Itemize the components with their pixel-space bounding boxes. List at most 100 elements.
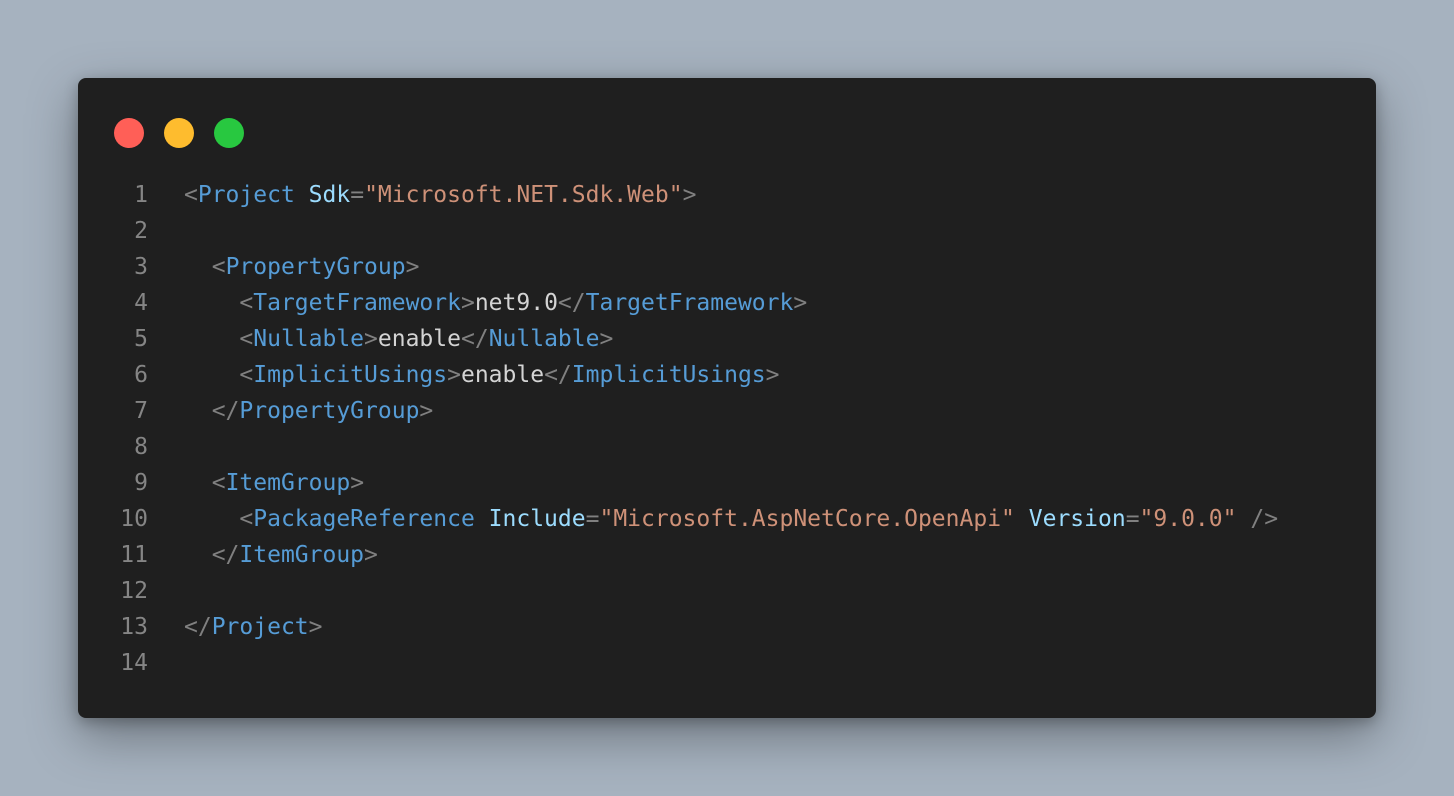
code-token: "Microsoft.NET.Sdk.Web" [364,182,683,208]
code-line: 11 </ItemGroup> [78,537,1376,573]
code-token: PropertyGroup [225,254,406,280]
code-token: </ [460,326,489,352]
code-token: < [239,290,254,316]
code-line: 13 </Project> [78,609,1376,645]
code-token: Version [1028,506,1126,532]
code-line: 6 <ImplicitUsings>enable</ImplicitUsings… [78,357,1376,393]
code-line: 10 <PackageReference Include="Microsoft.… [78,501,1376,537]
code-token: PropertyGroup [239,398,420,424]
line-number: 6 [134,362,148,388]
code-token: Sdk [308,182,351,208]
code-token: /> [1250,506,1279,532]
code-token: </ [544,362,572,388]
line-number: 10 [120,506,148,532]
code-token: > [364,326,378,352]
code-token: TargetFramework [253,290,461,316]
code-token: ImplicitUsings [253,362,448,388]
line-number: 11 [120,542,148,568]
code-line-content: </Project> [184,609,323,645]
code-line: 5 <Nullable>enable</Nullable> [78,321,1376,357]
code-line-content: </PropertyGroup> [184,393,434,429]
zoom-button[interactable] [214,118,244,148]
code-token: ItemGroup [239,542,365,568]
line-number: 7 [134,398,148,424]
code-line-content: <Nullable>enable</Nullable> [184,321,613,357]
code-line-content: <Project Sdk="Microsoft.NET.Sdk.Web"> [184,177,696,213]
code-line-content: <ImplicitUsings>enable</ImplicitUsings> [184,357,780,393]
code-line: 14 [78,645,1376,681]
code-line: 8 [78,429,1376,465]
code-token: </ [184,614,212,640]
code-token: > [350,470,365,496]
code-token: > [405,254,420,280]
code-token: Nullable [253,326,365,352]
code-token: > [364,542,378,568]
code-token: enable [377,326,461,352]
code-token: Project [197,182,295,208]
line-number: 4 [134,290,148,316]
line-number: 3 [134,254,148,280]
code-token: "Microsoft.AspNetCore.OpenApi" [599,506,1015,532]
code-token: < [239,506,254,532]
code-token: enable [460,362,545,388]
line-number: 1 [134,182,148,208]
code-line-content: <ItemGroup> [184,465,364,501]
code-token: Include [488,506,586,532]
code-token: = [350,182,365,208]
code-token: > [447,362,461,388]
code-token: < [211,254,226,280]
code-token: > [793,290,808,316]
code-token: > [765,362,780,388]
code-token: </ [211,398,240,424]
code-token: < [184,182,198,208]
code-token: < [239,326,254,352]
code-token: Nullable [488,326,600,352]
code-line: 2 [78,213,1376,249]
code-token: </ [557,290,586,316]
code-token: = [585,506,600,532]
code-token: > [682,182,697,208]
line-number: 2 [134,218,148,244]
code-token: ItemGroup [225,470,351,496]
code-token: = [1125,506,1140,532]
window-controls [114,118,244,148]
code-token: TargetFramework [585,290,794,316]
code-token: net9.0 [474,290,558,316]
code-token: < [211,470,226,496]
line-number: 14 [120,650,148,676]
code-token: > [460,290,475,316]
code-editor[interactable]: 1 <Project Sdk="Microsoft.NET.Sdk.Web"> 2 3… [78,177,1376,681]
code-token: > [308,614,323,640]
code-line-content: <PackageReference Include="Microsoft.Asp… [184,501,1278,537]
code-token: > [419,398,434,424]
line-number: 9 [134,470,148,496]
code-token: </ [211,542,240,568]
line-number: 5 [134,326,148,352]
line-number: 13 [120,614,148,640]
code-line-content: </ItemGroup> [184,537,378,573]
close-button[interactable] [114,118,144,148]
code-line-content: <TargetFramework>net9.0</TargetFramework… [184,285,807,321]
code-line: 7 </PropertyGroup> [78,393,1376,429]
code-token: > [599,326,614,352]
line-number: 8 [134,434,148,460]
code-token: "9.0.0" [1139,506,1237,532]
minimize-button[interactable] [164,118,194,148]
code-line: 12 [78,573,1376,609]
code-line: 9 <ItemGroup> [78,465,1376,501]
code-line-content: <PropertyGroup> [184,249,420,285]
code-token: PackageReference [253,506,475,532]
line-number: 12 [120,578,148,604]
